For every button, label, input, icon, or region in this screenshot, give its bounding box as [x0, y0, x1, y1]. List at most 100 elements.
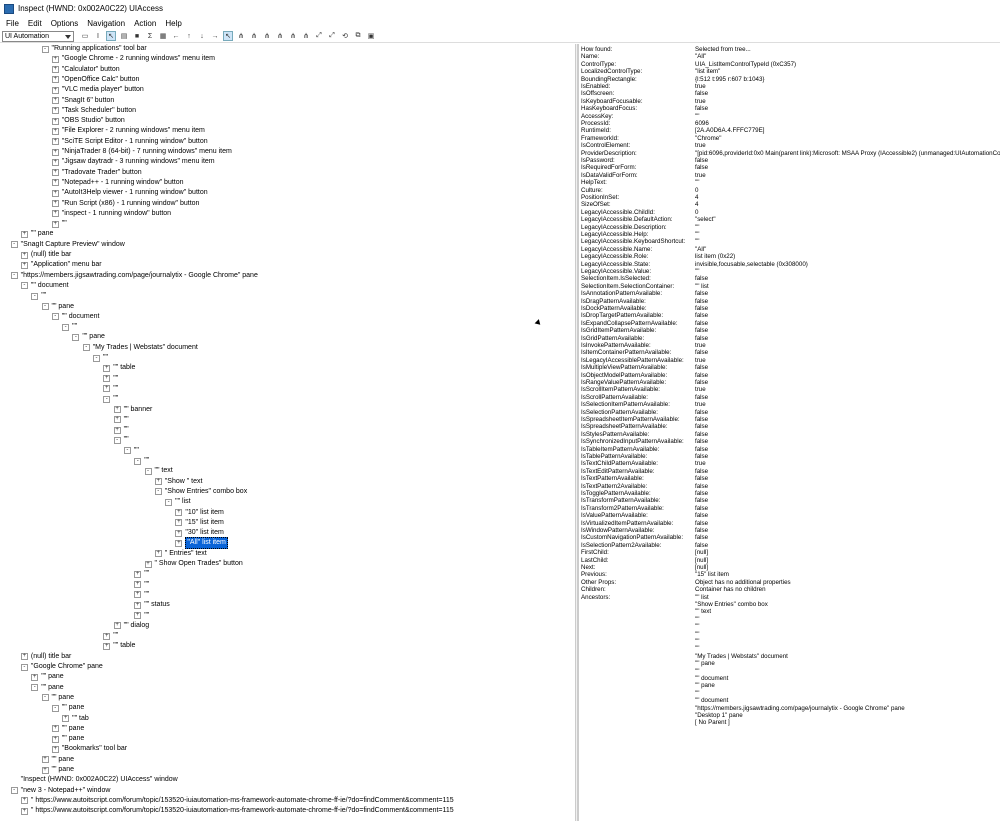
- collapse-icon[interactable]: -: [82, 344, 90, 352]
- collapse-icon[interactable]: -: [103, 395, 111, 403]
- expand-icon[interactable]: +: [51, 200, 59, 207]
- tree-node[interactable]: - "" text: [144, 466, 173, 476]
- tree-sibling-icon[interactable]: ⋔: [275, 31, 285, 41]
- expand-icon[interactable]: +: [51, 138, 59, 146]
- tree-node[interactable]: - "" pane: [51, 703, 84, 713]
- tree-node[interactable]: + "Jigsaw daytradr - 3 running windows" m…: [51, 157, 215, 167]
- collapse-icon[interactable]: -: [20, 663, 28, 671]
- expand-icon[interactable]: +: [51, 97, 59, 104]
- collapse-icon[interactable]: -: [41, 694, 49, 702]
- tree-node[interactable]: + "NinjaTrader 8 (64-bit) - 7 running win…: [51, 147, 232, 157]
- tree-node[interactable]: + "": [134, 580, 149, 590]
- expand-icon[interactable]: +: [51, 76, 59, 84]
- tree-node[interactable]: + "Notepad++ - 1 running window" button: [51, 178, 184, 188]
- tree-node[interactable]: - "My Trades | Webstats" document: [82, 343, 198, 353]
- tree-node[interactable]: "Inspect (HWND: 0x002A0C22) UIAccess" wi…: [11, 775, 178, 785]
- tree-node[interactable]: + (null) title bar: [20, 652, 71, 662]
- tree-node[interactable]: + "Task Scheduler" button: [51, 106, 136, 116]
- pointer-icon[interactable]: ↖: [106, 31, 116, 41]
- expand-icon[interactable]: +: [51, 107, 59, 115]
- tree-node[interactable]: + "" table: [103, 641, 135, 651]
- expand-icon[interactable]: +: [62, 715, 70, 722]
- tree-node[interactable]: + "": [134, 590, 149, 600]
- tree-node[interactable]: + "Application" menu bar: [20, 260, 102, 270]
- refresh-icon[interactable]: ⟲: [340, 31, 350, 41]
- expand-icon[interactable]: +: [134, 591, 142, 599]
- right-arrow-icon[interactable]: →: [210, 31, 220, 41]
- expand-icon[interactable]: +: [51, 189, 59, 197]
- expand-icon[interactable]: +: [20, 230, 28, 238]
- tree-node[interactable]: + "Google Chrome - 2 running windows" men…: [51, 54, 215, 64]
- collapse-icon[interactable]: -: [20, 282, 28, 290]
- expand-icon[interactable]: +: [154, 550, 162, 558]
- tree-node[interactable]: + "" pane: [51, 734, 84, 744]
- tree-node[interactable]: + "SciTE Script Editor - 1 running window…: [51, 137, 208, 147]
- expand-icon[interactable]: +: [20, 807, 28, 815]
- expand-icon[interactable]: +: [51, 169, 59, 177]
- highlight-icon[interactable]: ■: [132, 31, 142, 41]
- menu-navigation[interactable]: Navigation: [87, 19, 125, 28]
- expand-icon[interactable]: +: [134, 581, 142, 589]
- expand-icon[interactable]: +: [175, 519, 183, 527]
- tooltip-icon[interactable]: ▭: [80, 31, 90, 41]
- tree-node[interactable]: + "All" list item: [175, 537, 228, 550]
- expand-icon[interactable]: +: [20, 797, 28, 805]
- focus-icon[interactable]: ▦: [158, 31, 168, 41]
- expand-icon[interactable]: +: [113, 416, 121, 424]
- expand-icon[interactable]: +: [175, 539, 183, 547]
- collapse-icon[interactable]: -: [72, 333, 80, 341]
- expand-icon[interactable]: +: [51, 735, 59, 743]
- collapse-icon[interactable]: -: [93, 354, 100, 362]
- tree-node[interactable]: - "https://members.jigsawtrading.com/page…: [10, 271, 258, 281]
- tree-filter-icon[interactable]: ⋔: [301, 31, 311, 41]
- expand-icon[interactable]: +: [51, 117, 59, 125]
- tree-node[interactable]: + "": [103, 631, 118, 641]
- collapse-icon[interactable]: -: [51, 313, 59, 321]
- tree-node[interactable]: + "OpenOffice Calc" button: [51, 75, 139, 85]
- copy-icon[interactable]: ⧉: [353, 31, 363, 41]
- tree-node[interactable]: + "10" list item: [175, 508, 224, 518]
- collapse-icon[interactable]: -: [144, 467, 152, 475]
- window-icon[interactable]: ▤: [119, 31, 129, 41]
- menu-options[interactable]: Options: [51, 19, 79, 28]
- down-arrow-icon[interactable]: ↓: [197, 31, 207, 41]
- text-cursor-icon[interactable]: I: [93, 31, 103, 41]
- tree-node[interactable]: - "" list: [165, 497, 191, 507]
- collapse-icon[interactable]: -: [10, 241, 18, 249]
- tree-node[interactable]: + "Show " text: [154, 477, 202, 487]
- tree-node[interactable]: + "": [113, 415, 129, 425]
- expand-icon[interactable]: +: [154, 478, 162, 486]
- collapse-icon[interactable]: -: [41, 45, 49, 53]
- menu-help[interactable]: Help: [165, 19, 181, 28]
- tree-node[interactable]: - "" pane: [72, 332, 105, 342]
- tree-node[interactable]: - "": [93, 353, 108, 363]
- expand-icon[interactable]: +: [51, 745, 59, 753]
- tree-node[interactable]: - "": [31, 291, 46, 301]
- tree-node[interactable]: + "inspect - 1 running window" button: [51, 209, 171, 219]
- collapse-icon[interactable]: -: [31, 292, 39, 300]
- expand-icon[interactable]: +: [144, 560, 152, 568]
- settings-icon[interactable]: ▣: [366, 31, 376, 41]
- tree-node[interactable]: + "": [103, 374, 118, 384]
- collapse-icon[interactable]: -: [165, 498, 173, 506]
- collapse-icon[interactable]: -: [134, 457, 142, 465]
- collapse-icon[interactable]: -: [10, 272, 18, 280]
- expand-icon[interactable]: [11, 777, 18, 784]
- tree-node[interactable]: + "" status: [134, 600, 170, 610]
- expand-icon[interactable]: +: [51, 210, 59, 218]
- expand-icon[interactable]: +: [103, 642, 111, 650]
- expand-icon[interactable]: +: [51, 158, 59, 166]
- expand-icon[interactable]: +: [51, 55, 59, 63]
- tree-node[interactable]: - "Show Entries" combo box: [154, 487, 247, 497]
- tree-node[interactable]: + "" table: [103, 363, 135, 373]
- expand-icon[interactable]: +: [41, 756, 49, 764]
- tree-node[interactable]: + " Show Open Trades" button: [144, 559, 243, 569]
- expand-icon[interactable]: +: [20, 653, 28, 661]
- tree-node[interactable]: - "new 3 - Notepad++" window: [10, 786, 110, 796]
- expand-icon[interactable]: +: [41, 766, 49, 774]
- expand-icon[interactable]: +: [175, 529, 183, 537]
- expand-icon[interactable]: ⤢: [314, 31, 324, 41]
- collapse-icon[interactable]: -: [62, 323, 70, 331]
- tree-node[interactable]: + "" pane: [31, 672, 64, 682]
- tree-node[interactable]: + "AutoIt3Help viewer - 1 running window"…: [51, 188, 208, 198]
